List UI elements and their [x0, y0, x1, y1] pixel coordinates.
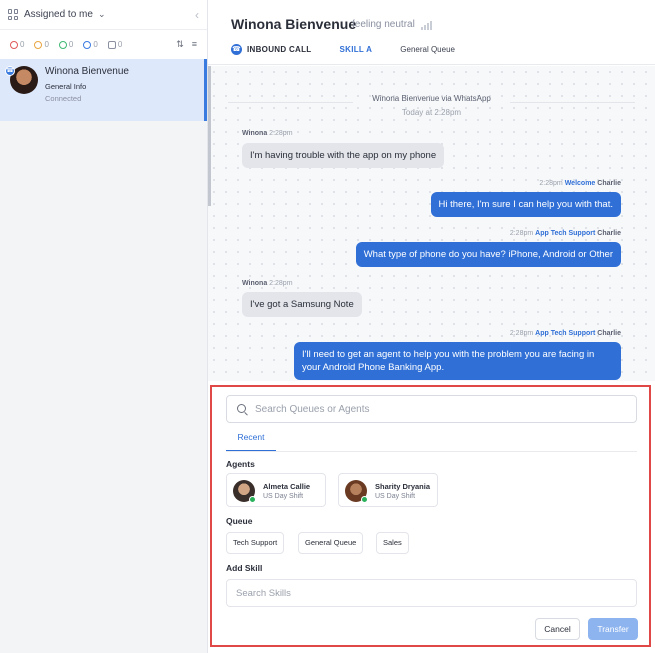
menu-icon[interactable]: ≡ [192, 39, 197, 50]
agent-name: Almeta Callie [263, 482, 311, 491]
phone-counter[interactable]: 0 [83, 40, 98, 49]
customer-name: Winona Bienvenue [231, 16, 357, 32]
online-status-icon [361, 496, 368, 503]
message-meta: Winona 2:28pm [242, 130, 293, 137]
agent-shift: US Day Shift [263, 493, 304, 500]
search-icon [237, 404, 246, 413]
message-meta: 2:28pm App Tech Support Charlie [509, 330, 621, 337]
phone-icon: ☎ [231, 44, 242, 55]
online-status-icon [249, 496, 256, 503]
agent-card-almeta[interactable]: Almeta Callie US Day Shift [226, 473, 326, 507]
chat-scrollbar[interactable] [208, 66, 211, 206]
status-counters: 0 0 0 0 0 ⇅ ≡ [0, 30, 207, 60]
assignment-filter[interactable]: Assigned to me [24, 9, 93, 20]
message-meta: 2:28pm Welcome Charlie [539, 180, 621, 187]
transfer-panel: Search Queues or Agents Recent Agents Al… [210, 385, 651, 647]
cancel-button[interactable]: Cancel [535, 618, 580, 640]
contact-status: Connected [45, 94, 82, 103]
agent-name: Sharity Dryania [375, 482, 431, 491]
queue-name: General Queue [400, 45, 455, 54]
search-placeholder: Search Queues or Agents [255, 404, 370, 415]
transfer-icon [58, 40, 67, 49]
phone-icon [83, 40, 92, 49]
sidebar-header: Assigned to me ⌄ ‹ [0, 0, 207, 30]
message-counter[interactable]: 0 [107, 40, 122, 49]
message-bubble: What type of phone do you have? iPhone, … [355, 242, 621, 267]
skill-placeholder: Search Skills [236, 588, 291, 599]
sentiment-label: feeling neutral [352, 19, 415, 30]
message-meta: 2:28pm App Tech Support Charlie [509, 230, 621, 237]
call-info-row: ☎ INBOUND CALL SKILL A General Queue [231, 44, 455, 55]
tab-divider [226, 451, 637, 452]
agent-card-sharity[interactable]: Sharity Dryania US Day Shift [338, 473, 438, 507]
signal-bars-icon [421, 20, 432, 30]
chat-transcript[interactable]: Winona Bienvenue via WhatsApp Today at 2… [208, 66, 655, 381]
queue-agent-search-input[interactable]: Search Queues or Agents [226, 395, 637, 423]
whatsapp-icon: ☎ [5, 66, 15, 76]
agents-heading: Agents [226, 459, 255, 469]
collapse-sidebar-icon[interactable]: ‹ [195, 8, 199, 22]
queue-chip-general-queue[interactable]: General Queue [298, 532, 364, 554]
clock-icon [34, 40, 43, 49]
message-bubble: I've got a Samsung Note [242, 292, 362, 317]
alert-counter[interactable]: 0 [10, 40, 24, 49]
skill-tag[interactable]: SKILL A [339, 45, 372, 54]
queue-chip-tech-support[interactable]: Tech Support [226, 532, 285, 554]
grid-icon [8, 9, 19, 20]
message-bubble: I'm having trouble with the app on my ph… [242, 143, 445, 168]
transfer-counter[interactable]: 0 [58, 40, 73, 49]
date-separator: Today at 2:28pm [401, 108, 462, 117]
tab-recent[interactable]: Recent [226, 430, 276, 452]
contact-name: Winona Bienvenue [45, 66, 129, 77]
message-bubble: I'll need to get an agent to help you wi… [294, 342, 621, 380]
call-type: INBOUND CALL [247, 45, 312, 54]
channel-source: Winona Bienvenue via WhatsApp [372, 94, 491, 103]
message-icon [107, 40, 116, 49]
agent-shift: US Day Shift [375, 493, 416, 500]
alert-icon [10, 40, 18, 49]
transfer-button[interactable]: Transfer [588, 618, 638, 640]
message-bubble: Hi there, I'm sure I can help you with t… [430, 192, 621, 217]
chevron-down-icon[interactable]: ⌄ [98, 9, 106, 20]
clock-counter[interactable]: 0 [34, 40, 49, 49]
add-skill-heading: Add Skill [226, 563, 263, 573]
message-meta: Winona 2:28pm [242, 280, 293, 287]
conversation-sidebar: Assigned to me ⌄ ‹ 0 0 0 0 0 ⇅ ≡ ☎ Winon… [0, 0, 208, 653]
conversation-header: Winona Bienvenue feeling neutral ☎ INBOU… [208, 0, 655, 65]
sort-icon[interactable]: ⇅ [176, 39, 184, 50]
queue-heading: Queue [226, 516, 253, 526]
contact-subtitle: General Info [45, 82, 87, 91]
conversation-list-item[interactable]: ☎ Winona Bienvenue General Info Connecte… [0, 59, 207, 121]
queue-chip-sales[interactable]: Sales [376, 532, 409, 554]
skill-search-input[interactable]: Search Skills [226, 579, 637, 607]
